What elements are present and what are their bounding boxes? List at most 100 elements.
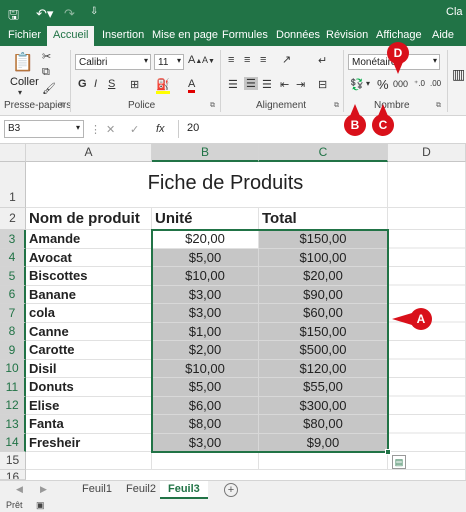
tab-accueil[interactable]: Accueil <box>47 26 95 46</box>
row-header[interactable]: 2 <box>0 208 26 230</box>
cell-d2[interactable] <box>388 208 466 230</box>
row-header[interactable]: 5 <box>0 267 26 286</box>
sheet-title[interactable]: Fiche de Produits <box>26 172 388 200</box>
borders-icon[interactable]: ⊞ <box>130 78 139 91</box>
cut-icon[interactable]: ✂ <box>42 50 51 63</box>
row-header[interactable]: 16 <box>0 470 26 480</box>
number-launcher-icon[interactable]: ⧉ <box>436 102 441 110</box>
select-all-corner[interactable] <box>0 144 26 162</box>
italic-icon[interactable]: I <box>94 78 97 90</box>
redo-icon[interactable]: ↷ <box>64 6 75 22</box>
header-name[interactable]: Nom de produit <box>26 208 152 230</box>
copy-icon[interactable]: ⧉ <box>42 66 50 79</box>
sheet-tab-feuil3[interactable]: Feuil3 <box>160 481 208 499</box>
undo-icon[interactable]: ↶▾ <box>36 6 53 22</box>
product-name[interactable]: Fresheir <box>26 434 152 452</box>
merge-center-icon[interactable]: ⊟ <box>318 78 327 91</box>
font-size-box[interactable]: 11 ▾ <box>154 54 184 70</box>
tab-formules[interactable]: Formules <box>222 29 268 41</box>
accounting-dropdown-icon[interactable]: ▾ <box>366 79 370 88</box>
tab-fichier[interactable]: Fichier <box>8 29 41 41</box>
row-header[interactable]: 1 <box>0 162 26 208</box>
increase-decimal-icon[interactable]: ⁺.0 <box>414 79 425 88</box>
scroll-right-icon[interactable]: ▶ <box>40 484 47 495</box>
row-header[interactable]: 15 <box>0 452 26 470</box>
formula-input[interactable]: 20 <box>178 120 466 138</box>
row-header[interactable]: 8 <box>0 323 26 341</box>
accounting-format-icon[interactable]: 💱 <box>350 78 364 91</box>
row-header[interactable]: 9 <box>0 341 26 360</box>
underline-icon[interactable]: S <box>108 78 115 90</box>
header-total[interactable]: Total <box>259 208 388 230</box>
orientation-icon[interactable]: ↗ <box>282 53 291 66</box>
align-middle-icon[interactable]: ≡ <box>244 54 250 66</box>
decrease-indent-icon[interactable]: ⇤ <box>280 78 289 91</box>
quick-analysis-icon[interactable]: ▤ <box>392 455 406 469</box>
add-sheet-icon[interactable]: + <box>224 483 238 497</box>
insert-function-icon[interactable]: fx <box>156 123 165 135</box>
tab-affichage[interactable]: Affichage <box>376 29 422 41</box>
column-header-c[interactable]: C <box>259 144 388 162</box>
tab-aide[interactable]: Aide <box>432 29 454 41</box>
product-name[interactable]: Amande <box>26 230 152 249</box>
tab-mise-en-page[interactable]: Mise en page <box>152 29 218 41</box>
paste-icon[interactable]: 📋 <box>10 52 36 74</box>
row-header[interactable]: 7 <box>0 304 26 323</box>
product-name[interactable]: Carotte <box>26 341 152 360</box>
empty-row-16[interactable] <box>26 470 466 480</box>
align-top-icon[interactable]: ≡ <box>228 54 234 66</box>
product-name[interactable]: Avocat <box>26 249 152 267</box>
macro-record-icon[interactable]: ▣ <box>36 500 45 511</box>
scroll-left-icon[interactable]: ◀ <box>16 484 23 495</box>
sheet-tab-feuil1[interactable]: Feuil1 <box>74 481 120 499</box>
alignment-launcher-icon[interactable]: ⧉ <box>334 102 339 110</box>
product-name[interactable]: Disil <box>26 360 152 378</box>
cell-d1[interactable] <box>388 162 466 208</box>
product-name[interactable]: Fanta <box>26 415 152 434</box>
product-name[interactable]: Donuts <box>26 378 152 397</box>
align-bottom-icon[interactable]: ≡ <box>260 54 266 66</box>
row-header[interactable]: 6 <box>0 286 26 304</box>
product-name[interactable]: cola <box>26 304 152 323</box>
tab-donnees[interactable]: Données <box>276 29 320 41</box>
paste-dropdown-icon[interactable]: ▾ <box>18 88 22 97</box>
row-header[interactable]: 11 <box>0 378 26 397</box>
product-name[interactable]: Elise <box>26 397 152 415</box>
column-header-b[interactable]: B <box>152 144 259 162</box>
decrease-decimal-icon[interactable]: .00 <box>430 79 441 88</box>
fill-handle[interactable] <box>385 449 391 455</box>
comma-style-button[interactable]: 000 <box>393 79 408 89</box>
name-box[interactable]: B3 ▾ <box>4 120 84 138</box>
increase-indent-icon[interactable]: ⇥ <box>296 78 305 91</box>
wrap-text-icon[interactable]: ↵ <box>318 54 327 67</box>
decrease-font-icon[interactable]: A▼ <box>202 55 215 65</box>
align-center-icon[interactable]: ☰ <box>244 77 258 90</box>
row-header[interactable]: 13 <box>0 415 26 434</box>
percent-style-button[interactable]: % <box>377 77 389 92</box>
product-name[interactable]: Canne <box>26 323 152 341</box>
font-name-box[interactable]: Calibri ▾ <box>75 54 151 70</box>
clipboard-launcher-icon[interactable]: ⧉ <box>60 102 65 110</box>
column-header-a[interactable]: A <box>26 144 152 162</box>
tab-revision[interactable]: Révision <box>326 29 368 41</box>
conditional-format-icon[interactable]: ▥ <box>452 66 465 83</box>
product-name[interactable]: Biscottes <box>26 267 152 286</box>
row-header[interactable]: 14 <box>0 434 26 452</box>
increase-font-icon[interactable]: A▲ <box>188 54 202 66</box>
font-launcher-icon[interactable]: ⧉ <box>210 102 215 110</box>
fill-color-icon[interactable]: ⛽ <box>156 78 170 94</box>
column-header-d[interactable]: D <box>388 144 466 162</box>
tab-insertion[interactable]: Insertion <box>102 29 144 41</box>
row-header[interactable]: 12 <box>0 397 26 415</box>
header-unit[interactable]: Unité <box>152 208 259 230</box>
bold-icon[interactable]: G <box>78 78 87 90</box>
font-color-icon[interactable]: A <box>188 78 196 93</box>
row-header[interactable]: 10 <box>0 360 26 378</box>
empty-cells-d[interactable] <box>388 230 466 452</box>
customize-qat-icon[interactable]: ⇩ <box>90 6 98 17</box>
sheet-tab-feuil2[interactable]: Feuil2 <box>118 481 164 499</box>
row-header[interactable]: 3 <box>0 230 26 249</box>
row-header[interactable]: 4 <box>0 249 26 267</box>
format-painter-icon[interactable]: 🖌 <box>42 82 56 95</box>
cancel-icon[interactable]: ✕ <box>106 123 115 136</box>
